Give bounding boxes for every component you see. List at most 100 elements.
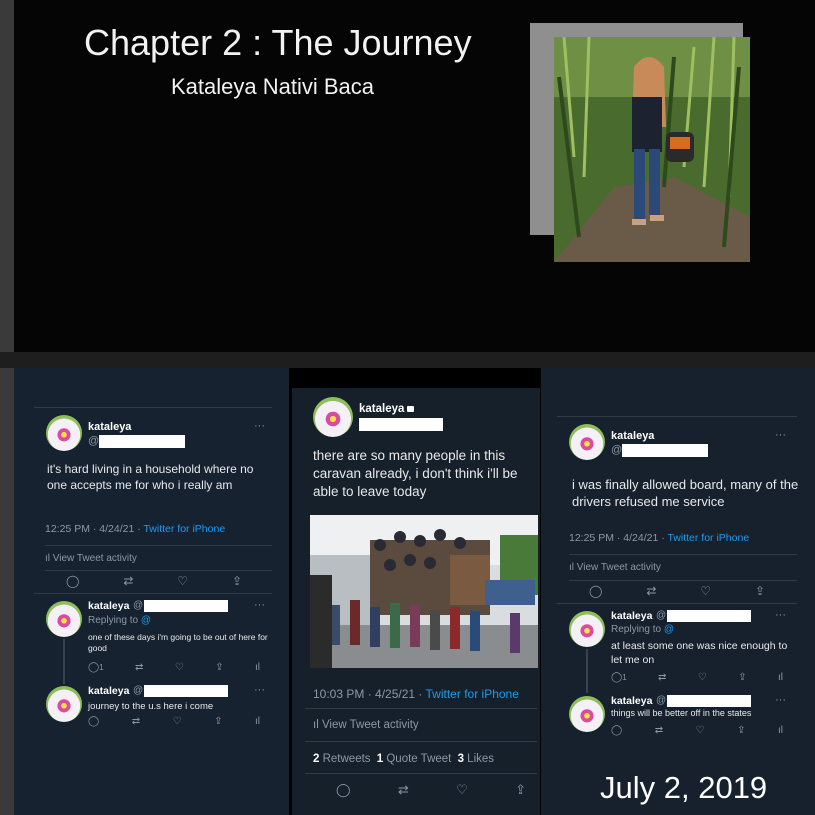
reply-icon[interactable]: ◯ [336, 782, 351, 798]
redacted-handle [144, 600, 228, 612]
divider [569, 580, 797, 581]
avatar[interactable] [569, 424, 605, 460]
more-icon[interactable]: ··· [254, 599, 265, 611]
like-icon[interactable]: ♡ [173, 716, 182, 727]
avatar[interactable] [46, 415, 82, 451]
share-icon[interactable]: ⇪ [215, 662, 223, 673]
user-handle[interactable]: @ [611, 444, 622, 456]
share-icon[interactable]: ⇪ [232, 574, 242, 588]
user-handle[interactable]: @ [88, 435, 99, 447]
tweet-actions: ◯ ⇄ ♡ ⇪ [336, 782, 526, 798]
retweet-icon[interactable]: ⇄ [658, 672, 666, 683]
reply-user-name[interactable]: kataleya [88, 600, 129, 612]
divider [305, 773, 537, 774]
view-tweet-activity[interactable]: ıl View Tweet activity [45, 553, 137, 564]
more-icon[interactable]: ··· [775, 429, 786, 441]
view-tweet-activity[interactable]: ıl View Tweet activity [313, 719, 419, 731]
more-icon[interactable]: ··· [254, 684, 265, 696]
like-icon[interactable]: ♡ [696, 725, 705, 736]
avatar[interactable] [569, 696, 605, 732]
reply-icon[interactable]: ◯ [611, 725, 622, 736]
redacted-handle [622, 444, 708, 457]
reply-icon[interactable]: ◯ [66, 574, 79, 588]
divider [557, 603, 797, 604]
likes-link[interactable]: Likes [467, 753, 494, 765]
reply-user-name[interactable]: kataleya [88, 685, 129, 697]
reply-user-handle[interactable]: @ [133, 685, 143, 696]
like-icon[interactable]: ♡ [698, 672, 707, 683]
retweet-icon[interactable]: ⇄ [646, 584, 656, 598]
reply-user-name[interactable]: kataleya [611, 610, 652, 622]
redacted-handle [667, 695, 751, 707]
share-icon[interactable]: ⇪ [738, 672, 746, 683]
thread-line [63, 639, 65, 684]
like-icon[interactable]: ♡ [700, 584, 711, 598]
lock-icon [407, 406, 415, 412]
journey-photo [554, 37, 750, 262]
activity-icon[interactable]: ıl [255, 662, 260, 673]
tweet-text: there are so many people in this caravan… [313, 448, 518, 499]
avatar[interactable] [313, 397, 353, 437]
avatar[interactable] [569, 611, 605, 647]
engagement-counts: 2 Retweets 1 Quote Tweet 3 Likes [313, 753, 495, 765]
retweet-icon[interactable]: ⇄ [398, 782, 409, 798]
like-icon[interactable]: ♡ [175, 662, 184, 673]
reply-user-handle[interactable]: @ [656, 695, 666, 706]
replying-to: Replying to @ [88, 615, 151, 626]
divider [557, 416, 797, 417]
retweet-icon[interactable]: ⇄ [132, 716, 140, 727]
reply-actions: ◯1 ⇄ ♡ ⇪ ıl [611, 672, 783, 683]
slide-title: Chapter 2 : The Journey [84, 22, 472, 63]
retweets-link[interactable]: Retweets [323, 753, 371, 765]
reply-icon[interactable]: ◯1 [611, 672, 627, 683]
redacted-handle [359, 418, 443, 431]
like-icon[interactable]: ♡ [456, 782, 468, 798]
divider [569, 554, 797, 555]
reply-user-handle[interactable]: @ [133, 600, 143, 611]
more-icon[interactable]: ··· [775, 694, 786, 706]
divider [34, 407, 272, 408]
share-icon[interactable]: ⇪ [214, 716, 222, 727]
share-icon[interactable]: ⇪ [755, 584, 765, 598]
avatar[interactable] [46, 601, 82, 637]
reply-icon[interactable]: ◯ [589, 584, 602, 598]
divider [45, 545, 272, 546]
activity-icon[interactable]: ıl [255, 716, 260, 727]
reply-user-name[interactable]: kataleya [611, 695, 652, 707]
user-name[interactable]: kataleya [359, 403, 415, 415]
more-icon[interactable]: ··· [254, 420, 265, 432]
activity-icon[interactable]: ıl [778, 672, 783, 683]
tweet-source-link[interactable]: Twitter for iPhone [667, 532, 749, 544]
like-icon[interactable]: ♡ [177, 574, 188, 588]
share-icon[interactable]: ⇪ [515, 782, 526, 798]
thread-line [586, 649, 588, 693]
activity-icon: ıl [569, 562, 577, 573]
tweet-panel-right: kataleya @ ··· i was finally allowed boa… [541, 368, 815, 815]
user-name[interactable]: kataleya [88, 421, 131, 433]
tweet-timestamp: 12:25 PM · 4/24/21 · Twitter for iPhone [45, 523, 226, 535]
retweet-icon[interactable]: ⇄ [135, 662, 143, 673]
tweet-panel-left: kataleya @ ··· it's hard living in a hou… [14, 368, 289, 815]
background-strip [0, 0, 14, 815]
activity-icon: ıl [45, 553, 53, 564]
tweet-source-link[interactable]: Twitter for iPhone [426, 687, 519, 701]
divider [305, 741, 537, 742]
retweet-icon[interactable]: ⇄ [123, 574, 133, 588]
view-tweet-activity[interactable]: ıl View Tweet activity [569, 562, 661, 573]
tweet-actions: ◯ ⇄ ♡ ⇪ [66, 574, 242, 588]
avatar[interactable] [46, 686, 82, 722]
user-name[interactable]: kataleya [611, 430, 654, 442]
activity-icon[interactable]: ıl [778, 725, 783, 736]
tweet-source-link[interactable]: Twitter for iPhone [143, 523, 225, 535]
reply-text: one of these days i'm going to be out of… [88, 632, 268, 654]
more-icon[interactable]: ··· [775, 609, 786, 621]
reply-icon[interactable]: ◯ [88, 716, 99, 727]
reply-icon[interactable]: ◯1 [88, 662, 104, 673]
redacted-handle [99, 435, 185, 448]
reply-user-handle[interactable]: @ [656, 610, 666, 621]
share-icon[interactable]: ⇪ [737, 725, 745, 736]
retweet-icon[interactable]: ⇄ [655, 725, 663, 736]
caravan-photo [310, 515, 538, 668]
reply-text: things will be better off in the states [611, 708, 752, 718]
quote-tweets-link[interactable]: Quote Tweet [386, 753, 451, 765]
